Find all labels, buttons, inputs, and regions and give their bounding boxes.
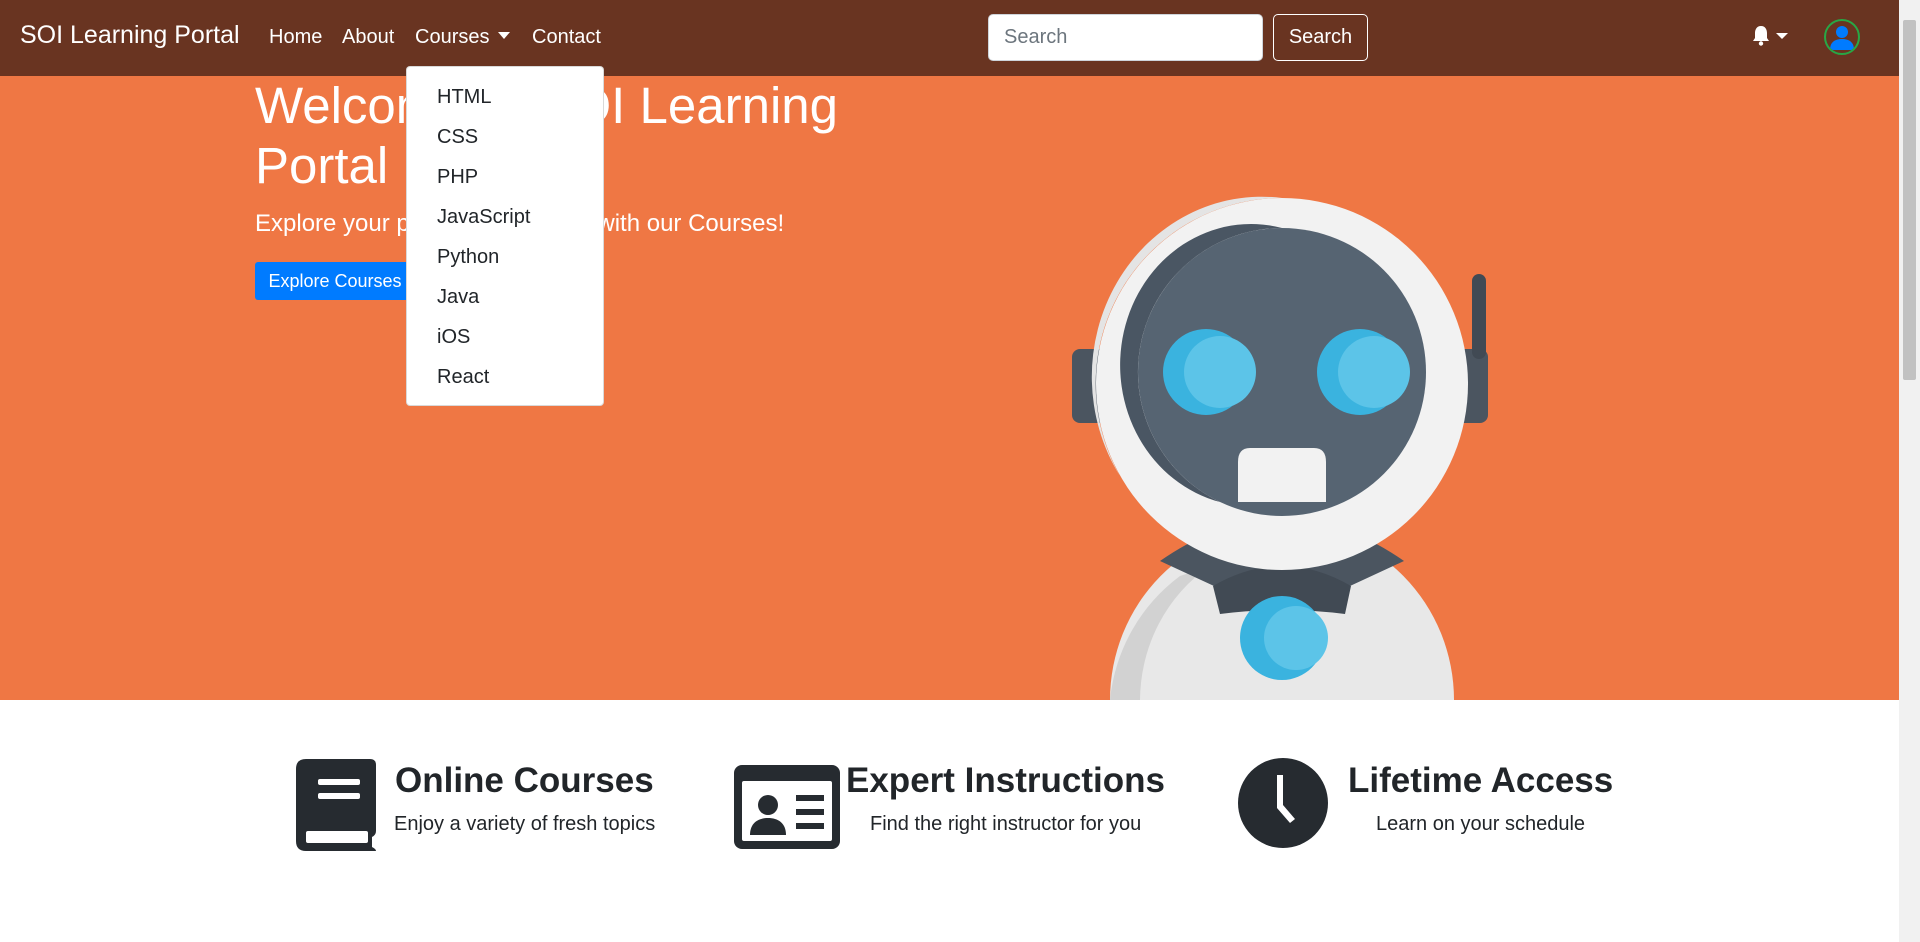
search-input[interactable] [988, 14, 1263, 61]
dropdown-item-ios[interactable]: iOS [407, 317, 603, 357]
chevron-down-icon [498, 32, 511, 39]
robot-illustration [1072, 196, 1488, 700]
hero-section: Welcome to SOI Learning Portal Explore y… [0, 76, 1899, 700]
feature-description: Enjoy a variety of fresh topics [394, 813, 656, 835]
nav-courses-label: Courses [415, 26, 490, 48]
user-icon [1830, 26, 1854, 50]
dropdown-item-php[interactable]: PHP [407, 157, 603, 197]
hero-title: Welcome to SOI Learning Portal [255, 77, 839, 194]
feature-description: Learn on your schedule [1376, 813, 1586, 835]
book-icon [296, 759, 376, 851]
feature-online-courses: Online Courses Enjoy a variety of fresh … [294, 757, 684, 857]
dropdown-item-java[interactable]: Java [407, 277, 603, 317]
nav-courses-toggle[interactable]: Courses [415, 26, 511, 49]
feature-title: Lifetime Access [1348, 761, 1614, 800]
page: Welcome to SOI Learning Portal Explore y… [0, 0, 1899, 942]
feature-description: Find the right instructor for you [870, 813, 1142, 835]
id-card-icon [734, 765, 840, 849]
search-button[interactable]: Search [1273, 14, 1368, 61]
feature-expert-instructions: Expert Instructions Find the right instr… [734, 757, 1174, 857]
vertical-scrollbar[interactable] [1899, 0, 1920, 942]
dropdown-item-python[interactable]: Python [407, 237, 603, 277]
nav-contact[interactable]: Contact [532, 26, 601, 49]
clock-icon [1238, 758, 1328, 848]
user-avatar[interactable] [1824, 19, 1860, 55]
dropdown-item-react[interactable]: React [407, 357, 603, 397]
dropdown-item-javascript[interactable]: JavaScript [407, 197, 603, 237]
dropdown-item-html[interactable]: HTML [407, 77, 603, 117]
explore-courses-button[interactable]: Explore Courses [255, 262, 415, 300]
top-navbar: SOI Learning Portal Home About Courses C… [0, 0, 1899, 76]
feature-title: Expert Instructions [846, 761, 1165, 800]
dropdown-item-css[interactable]: CSS [407, 117, 603, 157]
nav-home[interactable]: Home [269, 26, 322, 49]
notifications-bell-icon[interactable] [1752, 24, 1788, 50]
feature-lifetime-access: Lifetime Access Learn on your schedule [1237, 757, 1637, 857]
feature-title: Online Courses [395, 761, 654, 800]
nav-about[interactable]: About [342, 26, 394, 49]
scrollbar-thumb[interactable] [1903, 20, 1916, 380]
brand-link[interactable]: SOI Learning Portal [20, 21, 240, 50]
courses-dropdown-menu: HTML CSS PHP JavaScript Python Java iOS … [406, 66, 604, 406]
